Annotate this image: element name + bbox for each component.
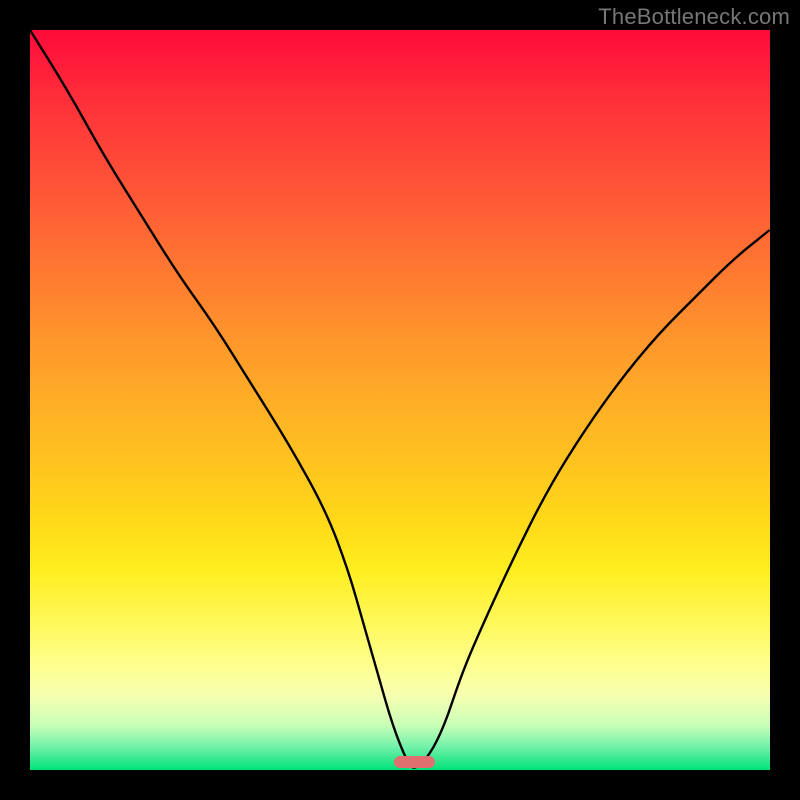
watermark-text: TheBottleneck.com (598, 4, 790, 30)
minimum-marker (394, 756, 435, 768)
chart-frame: TheBottleneck.com (0, 0, 800, 800)
plot-area (30, 30, 770, 770)
curve-layer (30, 30, 770, 770)
bottleneck-curve (30, 30, 770, 768)
